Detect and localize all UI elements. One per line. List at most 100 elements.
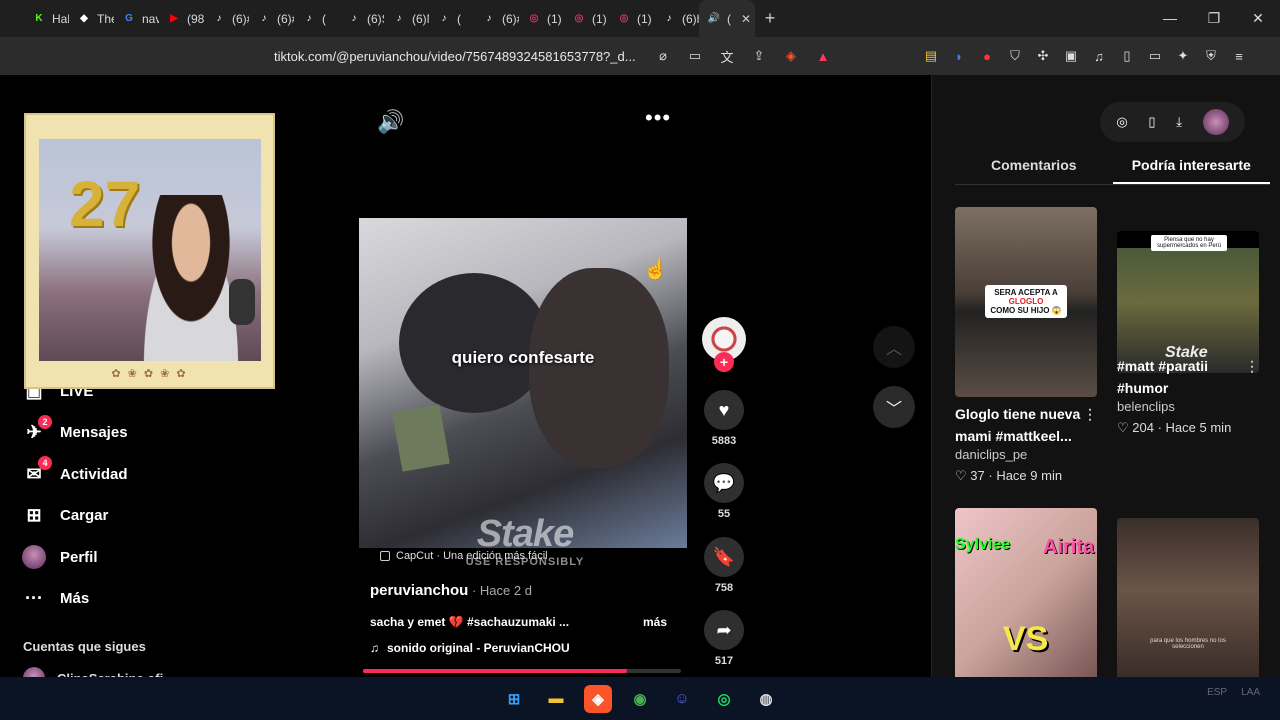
more-icon: ··· — [25, 588, 43, 609]
user-avatar[interactable] — [1202, 109, 1229, 135]
wallet-icon[interactable]: ▭ — [1144, 45, 1166, 67]
browser-tab[interactable]: ◎ (1) I — [519, 0, 564, 37]
share-action[interactable]: ➦ 517 — [702, 610, 746, 667]
tab-label: (6)S — [367, 11, 384, 26]
url-field[interactable]: tiktok.com/@peruvianchou/video/756748932… — [274, 49, 636, 64]
browser-tab[interactable]: ♪ (6)# — [249, 0, 295, 37]
related-video-card[interactable]: Piensa que no hay supermercados en Perú … — [1117, 207, 1259, 436]
browser-tab[interactable]: ♪ (6)# — [204, 0, 250, 37]
download-icon[interactable]: ⤓ — [1176, 114, 1182, 130]
mobile-icon[interactable]: ▯ — [1148, 114, 1155, 130]
stake-watermark: Stake USE RESPONSIBLY — [455, 513, 595, 568]
share-icon[interactable]: ⇪ — [748, 45, 770, 67]
browser-tab[interactable]: ♪ (6)M — [384, 0, 430, 37]
sidebar-item-label: Actividad — [60, 465, 128, 483]
sidebar-item-perfil[interactable]: Perfil — [22, 537, 252, 579]
next-video-button[interactable]: ﹀ — [873, 386, 915, 428]
browser-tab[interactable]: ♪ (6)S — [339, 0, 385, 37]
tab-related[interactable]: Podría interesarte — [1112, 157, 1270, 184]
tab-favicon-icon: ▶ — [170, 13, 178, 24]
vpn-icon[interactable]: ⛨ — [1200, 45, 1222, 67]
new-tab-button[interactable]: + — [755, 8, 785, 29]
compass-icon[interactable]: ◎ — [1116, 114, 1127, 130]
file-explorer-icon[interactable]: ▬ — [542, 685, 570, 713]
browser-tab[interactable]: ♪ (6)h — [654, 0, 700, 37]
related-video-card[interactable]: Sylviee Airita VS — [955, 508, 1097, 698]
no-track-icon[interactable]: ⌀ — [652, 45, 674, 67]
video-player[interactable]: quiero confesarte — [359, 218, 687, 548]
video-thumbnail[interactable]: Piensa que no hay supermercados en Perú … — [1117, 231, 1259, 373]
browser-tab[interactable]: Gnavi — [114, 0, 159, 37]
close-tab-icon[interactable]: ✕ — [741, 12, 751, 26]
audio-extension-icon[interactable]: ◗ — [948, 45, 970, 67]
video-progress-bar[interactable] — [363, 669, 681, 673]
card-options-icon[interactable]: ⋮ — [1083, 403, 1097, 425]
video-description[interactable]: sacha y emet 💔 #sachauzumaki ... — [370, 615, 569, 629]
shield-extension-icon[interactable]: ⛉ — [1004, 45, 1026, 67]
browser-tab[interactable]: ◎ (1) I — [609, 0, 654, 37]
brave-rewards-icon[interactable]: ▲ — [812, 45, 834, 67]
card-options-icon[interactable]: ⋮ — [1245, 355, 1259, 377]
cast-icon[interactable]: ▭ — [684, 45, 706, 67]
sidebar-item-mensajes[interactable]: ✈ 2 Mensajes — [22, 412, 252, 454]
bookmark-icon[interactable]: 🔖 — [704, 537, 744, 577]
chrome-icon[interactable]: ◉ — [626, 685, 654, 713]
like-action[interactable]: ♥ 5883 — [702, 390, 746, 447]
screenshot-icon[interactable]: ▣ — [1060, 45, 1082, 67]
card-title[interactable]: #matt #paratii #humor ⋮ — [1117, 355, 1259, 399]
minimize-button[interactable]: — — [1148, 0, 1192, 37]
discord-icon[interactable]: ☺ — [668, 685, 696, 713]
heart-icon[interactable]: ♥ — [704, 390, 744, 430]
translate-icon[interactable]: 文 — [716, 45, 738, 67]
video-author[interactable]: peruvianchou · Hace 2 d — [370, 582, 532, 599]
tab-favicon-icon: ♪ — [216, 13, 222, 24]
window-controls: — ❐ ✕ — [1148, 0, 1280, 37]
browser-tab[interactable]: ♪( — [294, 0, 339, 37]
brave-shield-icon[interactable]: ◈ — [780, 45, 802, 67]
description-more-link[interactable]: más — [643, 615, 667, 629]
windows-start-icon[interactable]: ⊞ — [500, 685, 528, 713]
sidebar-item-cargar[interactable]: ⊞ Cargar — [22, 495, 252, 537]
spotify-icon[interactable]: ◎ — [710, 685, 738, 713]
share-arrow-icon[interactable]: ➦ — [704, 610, 744, 650]
browser-tab-active[interactable]: 🔊 (✕ — [699, 0, 755, 37]
browser-tab[interactable]: K Hab — [24, 0, 69, 37]
video-thumbnail[interactable]: Sylviee Airita VS — [955, 508, 1097, 698]
maximize-button[interactable]: ❐ — [1192, 0, 1236, 37]
card-author[interactable]: belenclips — [1117, 399, 1259, 414]
sidebar-item-ms[interactable]: ··· Más — [22, 578, 252, 620]
volume-icon[interactable]: 🔊 — [377, 109, 404, 135]
wallet-extension-icon[interactable]: ▤ — [920, 45, 942, 67]
browser-tab[interactable]: ♪ (6)# — [474, 0, 520, 37]
related-video-card[interactable]: SERA ACEPTA A GLOGLO COMO SU HIJO 😱 Gloglo… — [955, 207, 1097, 484]
previous-video-button[interactable]: ︿ — [873, 326, 915, 368]
obs-icon[interactable]: ◍ — [752, 685, 780, 713]
comment-action[interactable]: 💬 55 — [702, 463, 746, 520]
browser-tab[interactable]: ♪( — [429, 0, 474, 37]
more-options-icon[interactable]: ••• — [645, 105, 671, 131]
browser-tab[interactable]: ◎ (1) I — [564, 0, 609, 37]
browser-tab[interactable]: ▶ (98) — [159, 0, 204, 37]
sidebar-item-actividad[interactable]: ✉ 4 Actividad — [22, 454, 252, 496]
tab-comments[interactable]: Comentarios — [955, 157, 1113, 184]
video-thumbnail[interactable]: SERA ACEPTA A GLOGLO COMO SU HIJO 😱 — [955, 207, 1097, 397]
tray-language-2[interactable]: LAA — [1241, 687, 1260, 698]
music-link[interactable]: ♫ sonido original - PeruvianCHOU — [370, 641, 570, 655]
follow-plus-button[interactable]: + — [714, 352, 734, 372]
tray-language-1[interactable]: ESP — [1207, 687, 1227, 698]
puzzle-extensions-icon[interactable]: ✣ — [1032, 45, 1054, 67]
browser-tab[interactable]: ◆ The — [69, 0, 114, 37]
card-title[interactable]: Gloglo tiene nueva mami #mattkeel... ⋮ — [955, 403, 1097, 447]
related-video-card[interactable]: para que los hombres no los seleccionen — [1117, 508, 1259, 698]
close-window-button[interactable]: ✕ — [1236, 0, 1280, 37]
music-icon[interactable]: ♫ — [1088, 45, 1110, 67]
card-author[interactable]: daniclips_pe — [955, 447, 1097, 462]
comment-icon[interactable]: 💬 — [704, 463, 744, 503]
leo-ai-icon[interactable]: ✦ — [1172, 45, 1194, 67]
video-thumbnail[interactable]: para que los hombres no los seleccionen — [1117, 518, 1259, 698]
red-extension-icon[interactable]: ● — [976, 45, 998, 67]
save-action[interactable]: 🔖 758 — [702, 537, 746, 594]
menu-icon[interactable]: ≡ — [1228, 45, 1250, 67]
sidebar-icon[interactable]: ▯ — [1116, 45, 1138, 67]
brave-browser-icon[interactable]: ◈ — [584, 684, 612, 713]
